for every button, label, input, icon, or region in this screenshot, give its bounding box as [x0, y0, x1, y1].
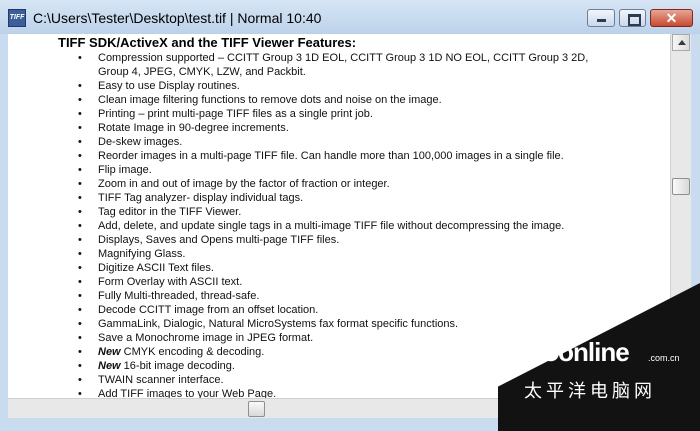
- feature-text: Digitize ASCII Text files.: [98, 262, 214, 274]
- watermark: PConline .com.cn 太平洋电脑网: [498, 283, 700, 431]
- feature-list-item: • Reorder images in a multi-page TIFF fil…: [8, 149, 670, 163]
- feature-text: Easy to use Display routines.: [98, 80, 240, 92]
- bullet-icon: •: [78, 234, 82, 246]
- horizontal-scroll-thumb[interactable]: [248, 401, 265, 417]
- feature-text: Zoom in and out of image by the factor o…: [98, 178, 390, 190]
- feature-list-item: • Clean image filtering functions to remo…: [8, 93, 670, 107]
- arrow-up-icon: [678, 40, 686, 45]
- bullet-icon: •: [78, 52, 82, 64]
- watermark-subtitle: 太平洋电脑网: [524, 381, 656, 401]
- feature-text: 16-bit image decoding.: [120, 360, 235, 372]
- feature-text: CMYK encoding & decoding.: [120, 346, 265, 358]
- bullet-icon: •: [78, 150, 82, 162]
- feature-list-item: • Add, delete, and update single tags in …: [8, 219, 670, 233]
- close-icon: ✕: [665, 10, 678, 26]
- feature-text: TIFF Tag analyzer- display individual ta…: [98, 192, 304, 204]
- window-title: C:\Users\Tester\Desktop\test.tif | Norma…: [33, 10, 322, 26]
- bullet-icon: •: [78, 290, 82, 302]
- title-bar[interactable]: TIFF C:\Users\Tester\Desktop\test.tif | …: [0, 0, 700, 34]
- feature-list-item: • Flip image.: [8, 163, 670, 177]
- new-badge: New: [98, 346, 121, 358]
- bullet-icon: •: [78, 374, 82, 386]
- feature-text: Add, delete, and update single tags in a…: [98, 220, 565, 232]
- bullet-icon: •: [78, 388, 82, 398]
- bullet-icon: •: [78, 276, 82, 288]
- tiff-app-icon[interactable]: TIFF: [8, 9, 26, 27]
- maximize-button[interactable]: [619, 9, 646, 27]
- feature-text: Displays, Saves and Opens multi-page TIF…: [98, 234, 340, 246]
- feature-list-item: • Easy to use Display routines.: [8, 79, 670, 93]
- feature-list-item: • Compression supported – CCITT Group 3 1…: [8, 51, 670, 65]
- bullet-icon: •: [78, 192, 82, 204]
- feature-text: Printing – print multi-page TIFF files a…: [98, 108, 373, 120]
- feature-list-item: • Digitize ASCII Text files.: [8, 261, 670, 275]
- feature-list-item: Group 4, JPEG, CMYK, LZW, and Packbit.: [8, 65, 670, 79]
- feature-list-item: • TIFF Tag analyzer- display individual t…: [8, 191, 670, 205]
- feature-list-item: • Zoom in and out of image by the factor …: [8, 177, 670, 191]
- feature-text: Decode CCITT image from an offset locati…: [98, 304, 319, 316]
- document-heading: TIFF SDK/ActiveX and the TIFF Viewer Fea…: [58, 35, 357, 50]
- feature-text: Compression supported – CCITT Group 3 1D…: [98, 52, 589, 64]
- bullet-icon: •: [78, 164, 82, 176]
- feature-text: Flip image.: [98, 164, 152, 176]
- feature-list-item: • Rotate Image in 90-degree increments.: [8, 121, 670, 135]
- feature-text: TWAIN scanner interface.: [98, 374, 224, 386]
- feature-text: GammaLink, Dialogic, Natural MicroSystem…: [98, 318, 459, 330]
- bullet-icon: •: [78, 206, 82, 218]
- feature-text: Fully Multi-threaded, thread-safe.: [98, 290, 260, 302]
- vertical-scroll-thumb[interactable]: [672, 178, 690, 195]
- feature-list-item: • Tag editor in the TIFF Viewer.: [8, 205, 670, 219]
- bullet-icon: •: [78, 304, 82, 316]
- bullet-icon: •: [78, 80, 82, 92]
- new-badge: New: [98, 360, 121, 372]
- bullet-icon: •: [78, 360, 82, 372]
- maximize-icon: [628, 14, 641, 26]
- feature-text: Reorder images in a multi-page TIFF file…: [98, 150, 564, 162]
- feature-list-item: • De-skew images.: [8, 135, 670, 149]
- feature-text: Form Overlay with ASCII text.: [98, 276, 243, 288]
- bullet-icon: •: [78, 178, 82, 190]
- bullet-icon: •: [78, 122, 82, 134]
- feature-list-item: • Printing – print multi-page TIFF files …: [8, 107, 670, 121]
- feature-list-item: • Displays, Saves and Opens multi-page TI…: [8, 233, 670, 247]
- watermark-domain: .com.cn: [648, 353, 680, 363]
- bullet-icon: •: [78, 346, 82, 358]
- feature-text: Clean image filtering functions to remov…: [98, 94, 442, 106]
- bullet-icon: •: [78, 136, 82, 148]
- watermark-logo: PConline: [524, 337, 630, 367]
- feature-text: Save a Monochrome image in JPEG format.: [98, 332, 314, 344]
- bullet-icon: •: [78, 262, 82, 274]
- feature-text: Rotate Image in 90-degree increments.: [98, 122, 289, 134]
- bullet-icon: •: [78, 248, 82, 260]
- minimize-icon: [597, 19, 606, 22]
- feature-text: Group 4, JPEG, CMYK, LZW, and Packbit.: [98, 66, 306, 78]
- feature-text: Tag editor in the TIFF Viewer.: [98, 206, 242, 218]
- bullet-icon: •: [78, 108, 82, 120]
- feature-list-item: • Magnifying Glass.: [8, 247, 670, 261]
- bullet-icon: •: [78, 332, 82, 344]
- minimize-button[interactable]: [587, 9, 615, 27]
- close-button[interactable]: ✕: [650, 9, 693, 27]
- scroll-up-button[interactable]: [672, 34, 690, 51]
- bullet-icon: •: [78, 318, 82, 330]
- bullet-icon: •: [78, 94, 82, 106]
- bullet-icon: •: [78, 220, 82, 232]
- feature-text: Magnifying Glass.: [98, 248, 186, 260]
- feature-text: De-skew images.: [98, 136, 183, 148]
- feature-text: Add TIFF images to your Web Page.: [98, 388, 277, 398]
